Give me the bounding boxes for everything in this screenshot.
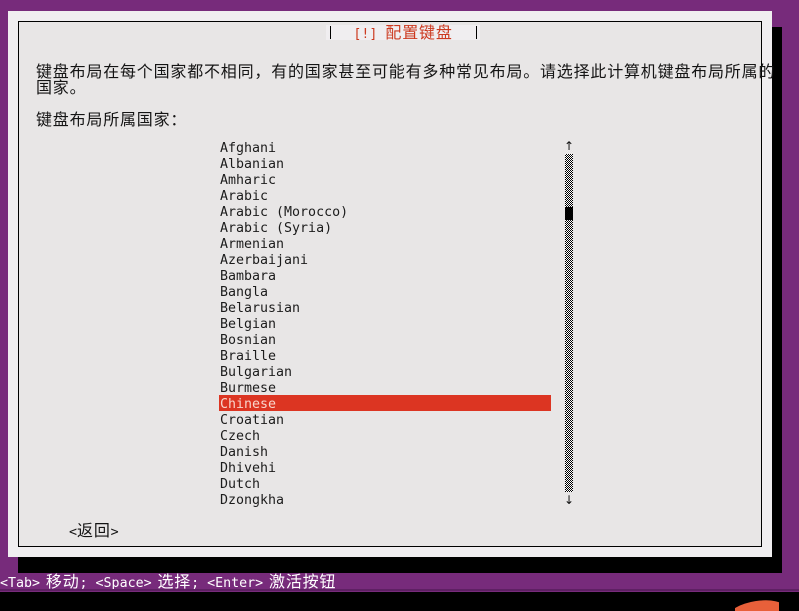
dialog-title: [!] 配置键盘 <box>326 23 480 42</box>
scrollbar-thumb[interactable] <box>565 207 573 220</box>
list-item[interactable]: Bambara <box>219 267 551 284</box>
list-item[interactable]: Bangla <box>219 283 551 300</box>
go-back-button-label: 返回 <box>77 521 111 540</box>
list-item[interactable]: Danish <box>219 443 551 460</box>
list-item-selected[interactable]: Chinese <box>219 395 551 412</box>
title-warning-marker: [!] <box>353 27 378 42</box>
list-scrollbar[interactable]: ↑ ↓ <box>564 139 574 507</box>
list-item[interactable]: Arabic <box>219 187 551 204</box>
intro-text-line-2: 国家。 <box>36 78 87 97</box>
list-item[interactable]: Croatian <box>219 411 551 428</box>
list-item[interactable]: Arabic (Morocco) <box>219 203 551 220</box>
list-item[interactable]: Bulgarian <box>219 363 551 380</box>
title-text: 配置键盘 <box>385 23 453 42</box>
country-prompt-label: 键盘布局所属国家： <box>36 110 188 129</box>
scrollbar-track[interactable] <box>565 154 573 492</box>
list-item[interactable]: Amharic <box>219 171 551 188</box>
ubuntu-logo-sliver-icon <box>735 597 779 611</box>
status-bar-underline <box>0 589 799 591</box>
list-item[interactable]: Bosnian <box>219 331 551 348</box>
list-item[interactable]: Burmese <box>219 379 551 396</box>
scroll-down-arrow-icon[interactable]: ↓ <box>564 493 574 507</box>
list-item[interactable]: Braille <box>219 347 551 364</box>
list-item[interactable]: Belgian <box>219 315 551 332</box>
country-listbox[interactable]: Afghani Albanian Amharic Arabic Arabic (… <box>219 139 551 508</box>
list-item[interactable]: Belarusian <box>219 299 551 316</box>
list-item[interactable]: Dzongkha <box>219 491 551 508</box>
intro-text-line-1: 键盘布局在每个国家都不相同，有的国家甚至可能有多种常见布局。请选择此计算机键盘布… <box>36 62 776 81</box>
button-bracket-right: > <box>110 525 119 540</box>
go-back-button[interactable]: <返回> <box>69 521 119 540</box>
list-item[interactable]: Dhivehi <box>219 459 551 476</box>
list-item[interactable]: Albanian <box>219 155 551 172</box>
configure-keyboard-dialog: [!] 配置键盘 键盘布局在每个国家都不相同，有的国家甚至可能有多种常见布局。请… <box>8 11 776 557</box>
list-item[interactable]: Azerbaijani <box>219 251 551 268</box>
list-item-label: Dzongkha <box>220 493 285 508</box>
list-item[interactable]: Dutch <box>219 475 551 492</box>
list-item[interactable]: Czech <box>219 427 551 444</box>
scroll-up-arrow-icon[interactable]: ↑ <box>564 139 574 153</box>
list-item[interactable]: Afghani <box>219 139 551 156</box>
list-item[interactable]: Armenian <box>219 235 551 252</box>
button-bracket-left: < <box>69 525 78 540</box>
list-item[interactable]: Arabic (Syria) <box>219 219 551 236</box>
